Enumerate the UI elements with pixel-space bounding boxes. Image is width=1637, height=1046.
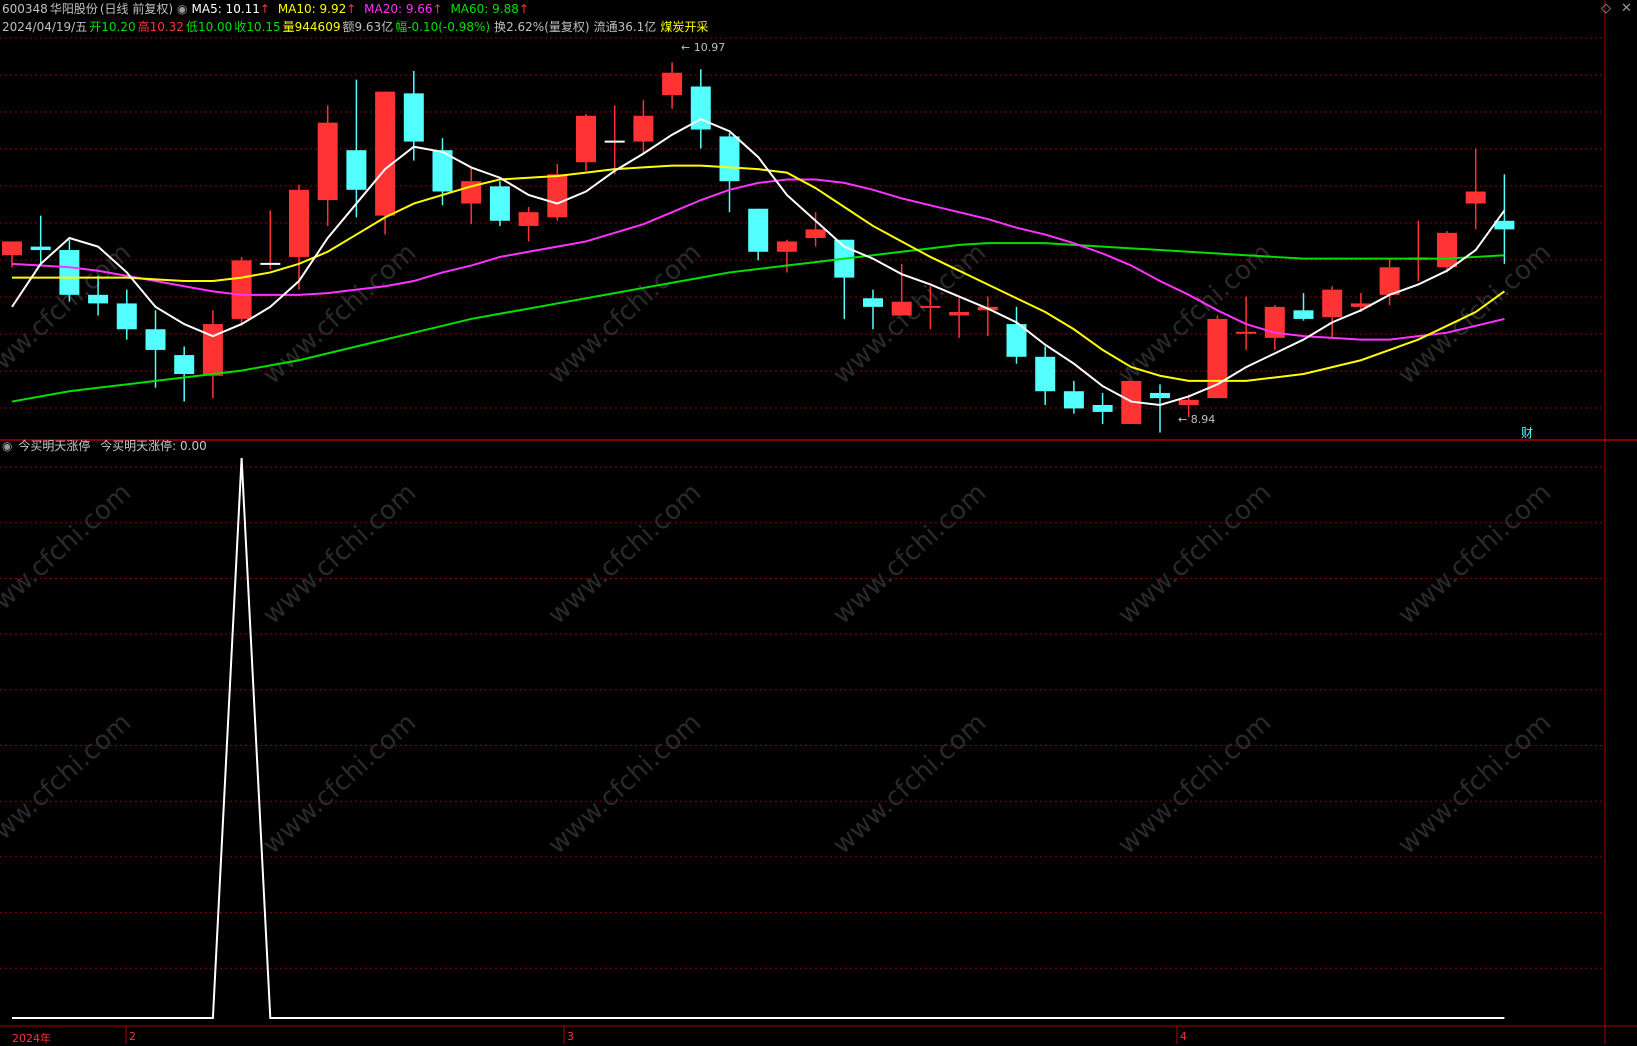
candle-body	[748, 208, 769, 252]
candle-body	[518, 212, 539, 226]
candle-body	[231, 260, 252, 319]
finance-badge[interactable]: 财	[1521, 424, 1533, 441]
candle-body	[1494, 220, 1515, 230]
candle-body	[1322, 289, 1343, 318]
candle-body	[891, 301, 912, 316]
candle	[489, 181, 510, 226]
candle-body	[805, 229, 826, 238]
candle-body	[403, 93, 424, 142]
candle-body	[317, 122, 338, 201]
candle-body	[30, 246, 51, 251]
ma20-label: MA20: 9.66↑	[364, 2, 443, 16]
settings-icon[interactable]: ◉	[2, 439, 12, 453]
concept-tag[interactable]: 煤炭开采	[660, 20, 708, 34]
candle-body	[346, 150, 367, 190]
chart-period[interactable]: (日线 前复权)	[100, 2, 173, 16]
candle-body	[88, 294, 109, 304]
candle-body	[289, 189, 309, 257]
candle-body	[489, 186, 510, 221]
candle-body	[174, 355, 195, 375]
candle-body	[375, 91, 396, 216]
close-icon[interactable]: ✕	[1621, 1, 1632, 16]
candle-body	[1150, 392, 1170, 399]
ma10-label: MA10: 9.92↑	[277, 2, 357, 16]
low-price-marker: ← 8.94	[1178, 413, 1216, 426]
candle-body	[949, 312, 970, 316]
candle-body	[633, 115, 654, 142]
ma60-label: MA60: 9.88↑	[450, 2, 529, 16]
candle-body	[1035, 356, 1056, 392]
quote-change: 幅-0.10(-0.98%)	[395, 20, 491, 34]
candle-body	[662, 72, 683, 96]
candle-body	[1063, 391, 1084, 409]
diamond-icon[interactable]: ◇	[1601, 1, 1611, 16]
candle-body	[863, 298, 883, 307]
indicator-header: ◉ 今买明天涨停 今买明天涨停: 0.00	[2, 437, 207, 455]
quote-float: 流通36.1亿	[593, 20, 657, 34]
ma5-label: MA5: 10.11↑	[191, 2, 270, 16]
quote-close: 收10.15	[234, 20, 281, 34]
indicator-value: 今买明天涨停: 0.00	[100, 439, 207, 453]
candle-body	[145, 329, 166, 350]
candle-body	[116, 303, 137, 330]
candle-body	[547, 174, 568, 218]
stock-code: 600348	[2, 2, 48, 16]
quote-low: 低10.00	[185, 20, 233, 34]
candle-body	[1379, 267, 1400, 295]
candle-body	[59, 250, 80, 295]
quote-turnover: 换2.62%(量复权)	[494, 20, 590, 34]
candle-body	[576, 115, 596, 163]
candle-body	[776, 241, 797, 252]
candle-body	[1092, 405, 1113, 412]
stock-name: 华阳股份	[49, 2, 98, 16]
candle-body	[2, 241, 22, 256]
candle-body	[1293, 310, 1314, 319]
quote-high: 高10.32	[137, 20, 184, 34]
candle-body	[1465, 191, 1486, 204]
axis-label-apr: 4	[1180, 1030, 1187, 1043]
stock-chart[interactable]: www.cfchi.com www.cfchi.com www.cfchi.com w…	[0, 0, 1637, 1044]
quote-bar: 2024/04/19/五 开10.20 高10.32 低10.00 收10.15 量944…	[2, 18, 712, 36]
candle-body	[202, 324, 223, 376]
quote-amount: 额9.63亿	[342, 20, 394, 34]
candle-body	[1178, 399, 1199, 406]
candle	[231, 256, 252, 326]
quote-volume: 量944609	[282, 20, 341, 34]
indicator-name[interactable]: 今买明天涨停	[18, 439, 90, 453]
quote-open: 开10.20	[89, 20, 136, 34]
candle-body	[1437, 232, 1457, 268]
quote-date: 2024/04/19/五	[2, 20, 88, 34]
axis-label-feb: 2	[129, 1030, 136, 1043]
candle-body	[719, 136, 740, 182]
candle	[1207, 315, 1228, 399]
settings-icon[interactable]: ◉	[177, 2, 187, 16]
high-price-marker: ← 10.97	[681, 41, 726, 54]
axis-label-mar: 3	[567, 1030, 574, 1043]
stock-header: 600348 华阳股份 (日线 前复权) ◉ MA5: 10.11↑ MA10: 9.9…	[2, 0, 533, 18]
